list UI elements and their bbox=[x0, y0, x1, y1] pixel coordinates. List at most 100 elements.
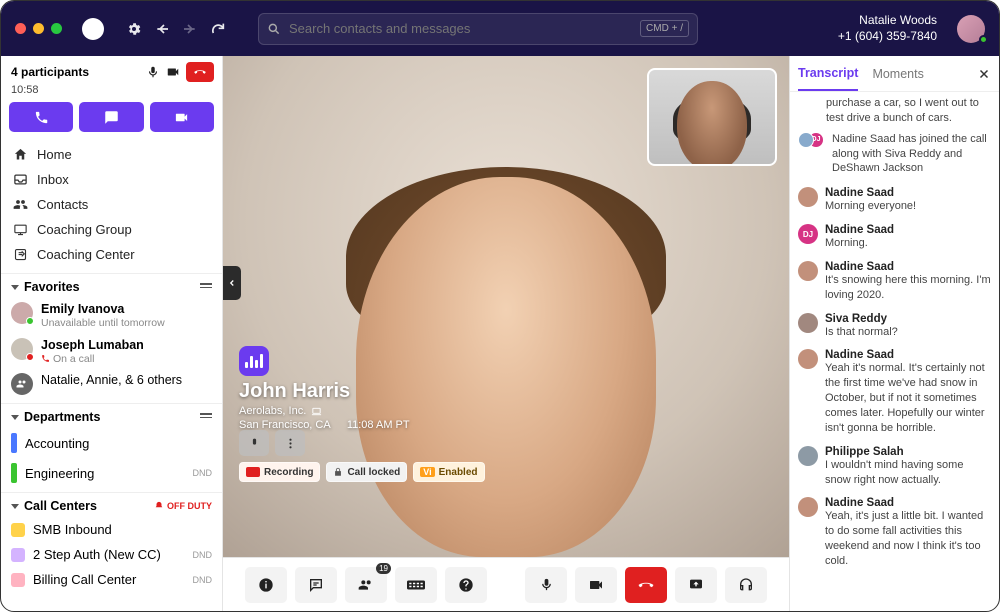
favorite-group[interactable]: Natalie, Annie, & 6 others bbox=[1, 369, 222, 399]
people-icon bbox=[357, 577, 375, 593]
call-center-item[interactable]: 2 Step Auth (New CC)DND bbox=[1, 542, 222, 567]
ai-badge[interactable] bbox=[239, 346, 269, 376]
pip-video[interactable] bbox=[647, 68, 777, 166]
vi-enabled-chip[interactable]: ViEnabled bbox=[413, 462, 484, 482]
message-author: Siva Reddy bbox=[825, 313, 991, 325]
recording-chip[interactable]: Recording bbox=[239, 462, 320, 482]
mute-button[interactable] bbox=[525, 567, 567, 603]
avatar bbox=[798, 349, 818, 369]
help-button[interactable] bbox=[445, 567, 487, 603]
phone-down-icon bbox=[193, 65, 207, 79]
department-item[interactable]: Accounting bbox=[1, 428, 222, 458]
end-call-button[interactable] bbox=[625, 567, 667, 603]
call-locked-chip[interactable]: Call locked bbox=[326, 462, 407, 482]
favorites-header[interactable]: Favorites bbox=[1, 273, 222, 298]
join-avatars: DJ bbox=[798, 132, 826, 148]
user-avatar[interactable] bbox=[957, 15, 985, 43]
dialpad-button[interactable] bbox=[395, 567, 437, 603]
current-user[interactable]: Natalie Woods +1 (604) 359-7840 bbox=[838, 13, 937, 44]
call-center-item[interactable]: Billing Call CenterDND bbox=[1, 567, 222, 592]
home-icon bbox=[13, 147, 28, 162]
reorder-icon[interactable] bbox=[200, 283, 212, 291]
record-icon bbox=[246, 467, 260, 477]
call-centers-header[interactable]: Call Centers OFF DUTY bbox=[1, 492, 222, 517]
participants-button[interactable]: 19 bbox=[345, 567, 387, 603]
call-center-item[interactable]: SMB Inbound bbox=[1, 517, 222, 542]
waveform-icon bbox=[245, 354, 263, 368]
app-logo-icon bbox=[82, 18, 104, 40]
message-text: I wouldn't mind having some snow right n… bbox=[825, 458, 991, 488]
search-input[interactable] bbox=[289, 21, 632, 36]
headset-icon bbox=[738, 577, 754, 593]
avatar bbox=[798, 497, 818, 517]
nav-list: Home Inbox Contacts Coaching Group Coach… bbox=[1, 140, 222, 269]
caller-info: John Harris Aerolabs, Inc. San Francisco… bbox=[239, 380, 410, 431]
search-bar[interactable]: CMD + / bbox=[258, 13, 698, 45]
nav-label: Inbox bbox=[37, 172, 69, 187]
user-phone: +1 (604) 359-7840 bbox=[838, 29, 937, 45]
dept-name: Accounting bbox=[25, 436, 89, 451]
bell-off-icon bbox=[154, 501, 164, 511]
presence-dot bbox=[26, 353, 34, 361]
close-window[interactable] bbox=[15, 23, 26, 34]
favorite-contact[interactable]: Emily IvanovaUnavailable until tomorrow bbox=[1, 298, 222, 334]
maximize-window[interactable] bbox=[51, 23, 62, 34]
call-action-button[interactable] bbox=[9, 102, 73, 132]
screenshare-button[interactable] bbox=[675, 567, 717, 603]
video-icon[interactable] bbox=[166, 65, 180, 79]
join-event: DJ Nadine Saad has joined the call along… bbox=[798, 126, 991, 183]
user-name: Natalie Woods bbox=[838, 13, 937, 29]
transcript-message: DJNadine SaadMorning. bbox=[798, 219, 991, 256]
camera-button[interactable] bbox=[575, 567, 617, 603]
video-placeholder-face bbox=[356, 177, 656, 557]
back-icon[interactable] bbox=[154, 21, 170, 37]
dnd-badge: DND bbox=[193, 550, 213, 560]
tab-transcript[interactable]: Transcript bbox=[798, 57, 858, 91]
prev-message-text: purchase a car, so I went out to test dr… bbox=[798, 96, 991, 126]
contact-name: Joseph Lumaban bbox=[41, 338, 144, 353]
section-title: Favorites bbox=[24, 280, 80, 294]
caller-company: Aerolabs, Inc. bbox=[239, 405, 306, 417]
hangup-button[interactable] bbox=[186, 62, 214, 82]
sidebar-item-contacts[interactable]: Contacts bbox=[1, 192, 222, 217]
gear-icon[interactable] bbox=[126, 21, 142, 37]
participants-count: 4 participants bbox=[11, 65, 89, 79]
contact-name: Emily Ivanova bbox=[41, 302, 165, 317]
cc-name: Billing Call Center bbox=[33, 572, 136, 587]
tab-moments[interactable]: Moments bbox=[872, 58, 923, 90]
mic-icon[interactable] bbox=[146, 65, 160, 79]
message-action-button[interactable] bbox=[79, 102, 143, 132]
favorite-contact[interactable]: Joseph LumabanOn a call bbox=[1, 334, 222, 370]
sidebar-item-coaching-group[interactable]: Coaching Group bbox=[1, 217, 222, 242]
avatar bbox=[798, 187, 818, 207]
sidebar-item-coaching-center[interactable]: Coaching Center bbox=[1, 242, 222, 267]
headset-button[interactable] bbox=[725, 567, 767, 603]
message-text: Yeah, it's just a little bit. I wanted t… bbox=[825, 509, 991, 568]
departments-header[interactable]: Departments bbox=[1, 403, 222, 428]
sidebar-item-home[interactable]: Home bbox=[1, 142, 222, 167]
info-button[interactable] bbox=[245, 567, 287, 603]
color-swatch bbox=[11, 523, 25, 537]
video-action-button[interactable] bbox=[150, 102, 214, 132]
chat-button[interactable] bbox=[295, 567, 337, 603]
call-bottom-bar: 19 bbox=[223, 557, 789, 611]
collapse-sidebar-button[interactable] bbox=[223, 266, 241, 300]
caller-mute-button[interactable] bbox=[239, 430, 269, 456]
reorder-icon[interactable] bbox=[200, 413, 212, 421]
color-swatch bbox=[11, 573, 25, 587]
section-title: Departments bbox=[24, 410, 100, 424]
close-panel-button[interactable] bbox=[977, 67, 991, 81]
phone-down-icon bbox=[637, 576, 655, 594]
coaching-center-icon bbox=[13, 247, 28, 262]
refresh-icon[interactable] bbox=[210, 21, 226, 37]
avatar bbox=[798, 446, 818, 466]
transcript-message: Nadine SaadYeah, it's just a little bit.… bbox=[798, 492, 991, 573]
cc-name: SMB Inbound bbox=[33, 522, 112, 537]
sidebar-item-inbox[interactable]: Inbox bbox=[1, 167, 222, 192]
minimize-window[interactable] bbox=[33, 23, 44, 34]
caller-more-button[interactable] bbox=[275, 430, 305, 456]
dnd-badge: DND bbox=[193, 468, 213, 478]
transcript-body[interactable]: purchase a car, so I went out to test dr… bbox=[790, 92, 999, 611]
department-item[interactable]: EngineeringDND bbox=[1, 458, 222, 488]
presence-dot bbox=[26, 317, 34, 325]
